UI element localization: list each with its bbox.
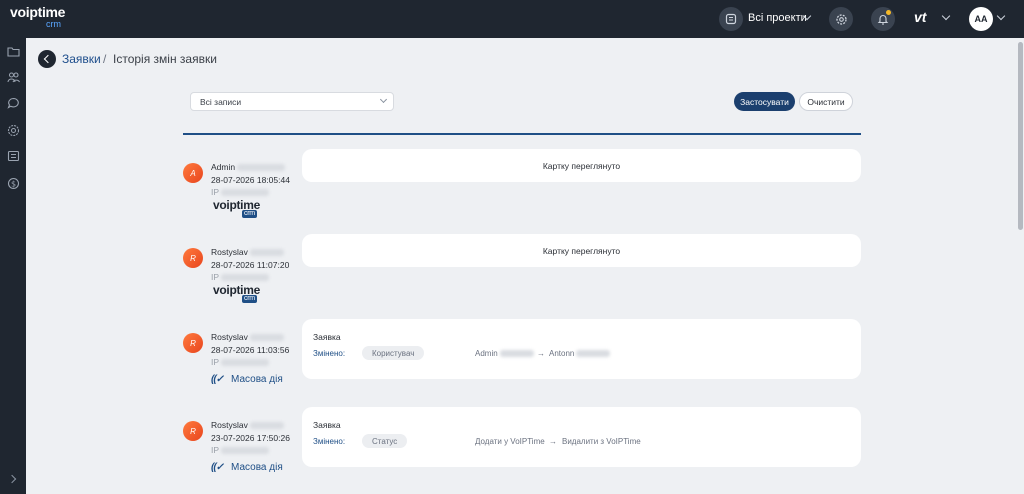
scrollbar[interactable] <box>1016 38 1024 494</box>
back-button[interactable] <box>38 50 56 68</box>
page-title: Історія змін заявки <box>113 52 217 66</box>
new-value-text: Antonn <box>549 349 575 358</box>
entry-datetime: 28-07-2026 18:05:44 <box>211 174 290 185</box>
new-value: Видалити з VoIPTime <box>562 437 641 446</box>
source-logo-sub: crm <box>242 295 257 303</box>
chevron-down-icon[interactable] <box>941 11 951 21</box>
arrow-right-icon: → <box>549 437 557 446</box>
redacted-text <box>221 447 270 455</box>
scrollbar-thumb[interactable] <box>1018 42 1023 230</box>
history-message: Картку переглянуто <box>542 245 621 256</box>
chat-icon[interactable] <box>6 96 20 110</box>
entry-avatar: A <box>183 163 203 183</box>
breadcrumb-parent-link[interactable]: Заявки <box>62 52 101 66</box>
entry-avatar: R <box>183 248 203 268</box>
gear-badge-icon[interactable] <box>6 123 20 137</box>
history-card: Заявка Змінено: Статус Додати у VoIPTime… <box>302 407 861 467</box>
entry-avatar: R <box>183 333 203 353</box>
redacted-text <box>249 422 284 430</box>
old-value: Додати у VoIPTime <box>475 437 545 446</box>
entry-ip-label: IP <box>211 357 220 367</box>
change-entity-title: Заявка <box>313 420 341 430</box>
changed-label: Змінено: <box>313 349 346 358</box>
entry-meta: Admin 28-07-2026 18:05:44 IP <box>211 161 290 199</box>
clear-button[interactable]: Очистити <box>799 92 853 111</box>
entry-user: Rostyslav <box>211 247 248 257</box>
entry-meta: Rostyslav 28-07-2026 11:07:20 IP <box>211 246 289 284</box>
logo-text: voiptime <box>10 4 66 20</box>
redacted-text <box>576 350 611 358</box>
source-voiptime-logo: voiptime crm <box>213 198 260 218</box>
document-list-icon[interactable] <box>6 149 20 163</box>
entry-ip-label: IP <box>211 445 220 455</box>
notification-bell-icon[interactable] <box>871 7 895 31</box>
redacted-text <box>221 359 270 367</box>
redacted-text <box>249 249 284 257</box>
history-card: Картку переглянуто <box>302 149 861 182</box>
arrow-right-icon: → <box>537 349 545 358</box>
change-entity-title: Заявка <box>313 332 341 342</box>
users-icon[interactable] <box>6 70 20 84</box>
records-filter-select[interactable]: Всі записи <box>190 92 394 111</box>
history-card: Заявка Змінено: Користувач Admin → Anton… <box>302 319 861 379</box>
apply-button[interactable]: Застосувати <box>734 92 795 111</box>
top-bar: voiptime crm Всі проекти vt AA <box>0 0 1024 38</box>
svg-text:$: $ <box>11 179 16 188</box>
new-value: Antonn <box>549 349 611 358</box>
entry-meta: Rostyslav 23-07-2026 17:50:26 IP <box>211 419 290 457</box>
redacted-text <box>237 164 286 172</box>
redacted-text <box>499 350 534 358</box>
mass-action-icon: ((✓ <box>211 374 224 385</box>
user-avatar[interactable]: AA <box>969 7 993 31</box>
projects-selector[interactable]: Всі проекти <box>748 12 807 24</box>
mass-action-label: Масова дія <box>231 374 283 385</box>
entry-user: Rostyslav <box>211 332 248 342</box>
entry-datetime: 23-07-2026 17:50:26 <box>211 432 290 443</box>
history-card: Картку переглянуто <box>302 234 861 267</box>
entry-datetime: 28-07-2026 11:07:20 <box>211 259 290 270</box>
entry-ip-label: IP <box>211 272 220 282</box>
chevron-down-icon[interactable] <box>996 11 1006 21</box>
mass-action-icon: ((✓ <box>211 462 224 473</box>
redacted-text <box>221 274 270 282</box>
redacted-text <box>221 189 270 197</box>
mass-action-label: Масова дія <box>231 462 283 473</box>
source-voiptime-logo: voiptime crm <box>213 283 260 303</box>
redacted-text <box>249 334 284 342</box>
money-icon[interactable]: $ <box>6 176 20 190</box>
vt-brand-logo[interactable]: vt <box>914 9 926 25</box>
entry-avatar: R <box>183 421 203 441</box>
sidebar: $ <box>0 38 26 494</box>
mass-action-source: ((✓ Масова дія <box>211 462 283 473</box>
projects-icon[interactable] <box>719 7 743 31</box>
entry-user: Admin <box>211 162 236 172</box>
entry-meta: Rostyslav 28-07-2026 11:03:56 IP <box>211 331 289 369</box>
changed-field-chip: Статус <box>362 434 408 448</box>
source-logo-sub: crm <box>242 210 257 218</box>
folder-icon[interactable] <box>6 44 20 58</box>
notification-badge <box>886 10 891 15</box>
sidebar-expand-chevron-icon[interactable] <box>7 474 17 484</box>
old-value-text: Admin <box>475 349 498 358</box>
mass-action-source: ((✓ Масова дія <box>211 374 283 385</box>
logo-sub: crm <box>46 19 61 29</box>
settings-gear-icon[interactable] <box>829 7 853 31</box>
old-value: Admin <box>475 349 534 358</box>
breadcrumb-separator: / <box>103 52 107 66</box>
history-message: Картку переглянуто <box>542 160 621 171</box>
entry-datetime: 28-07-2026 11:03:56 <box>211 344 290 355</box>
changed-label: Змінено: <box>313 437 346 446</box>
entry-user: Rostyslav <box>211 420 248 430</box>
voiptime-logo[interactable]: voiptime crm <box>10 4 66 30</box>
changed-field-chip: Користувач <box>362 346 425 360</box>
divider <box>183 133 861 135</box>
entry-ip-label: IP <box>211 187 220 197</box>
